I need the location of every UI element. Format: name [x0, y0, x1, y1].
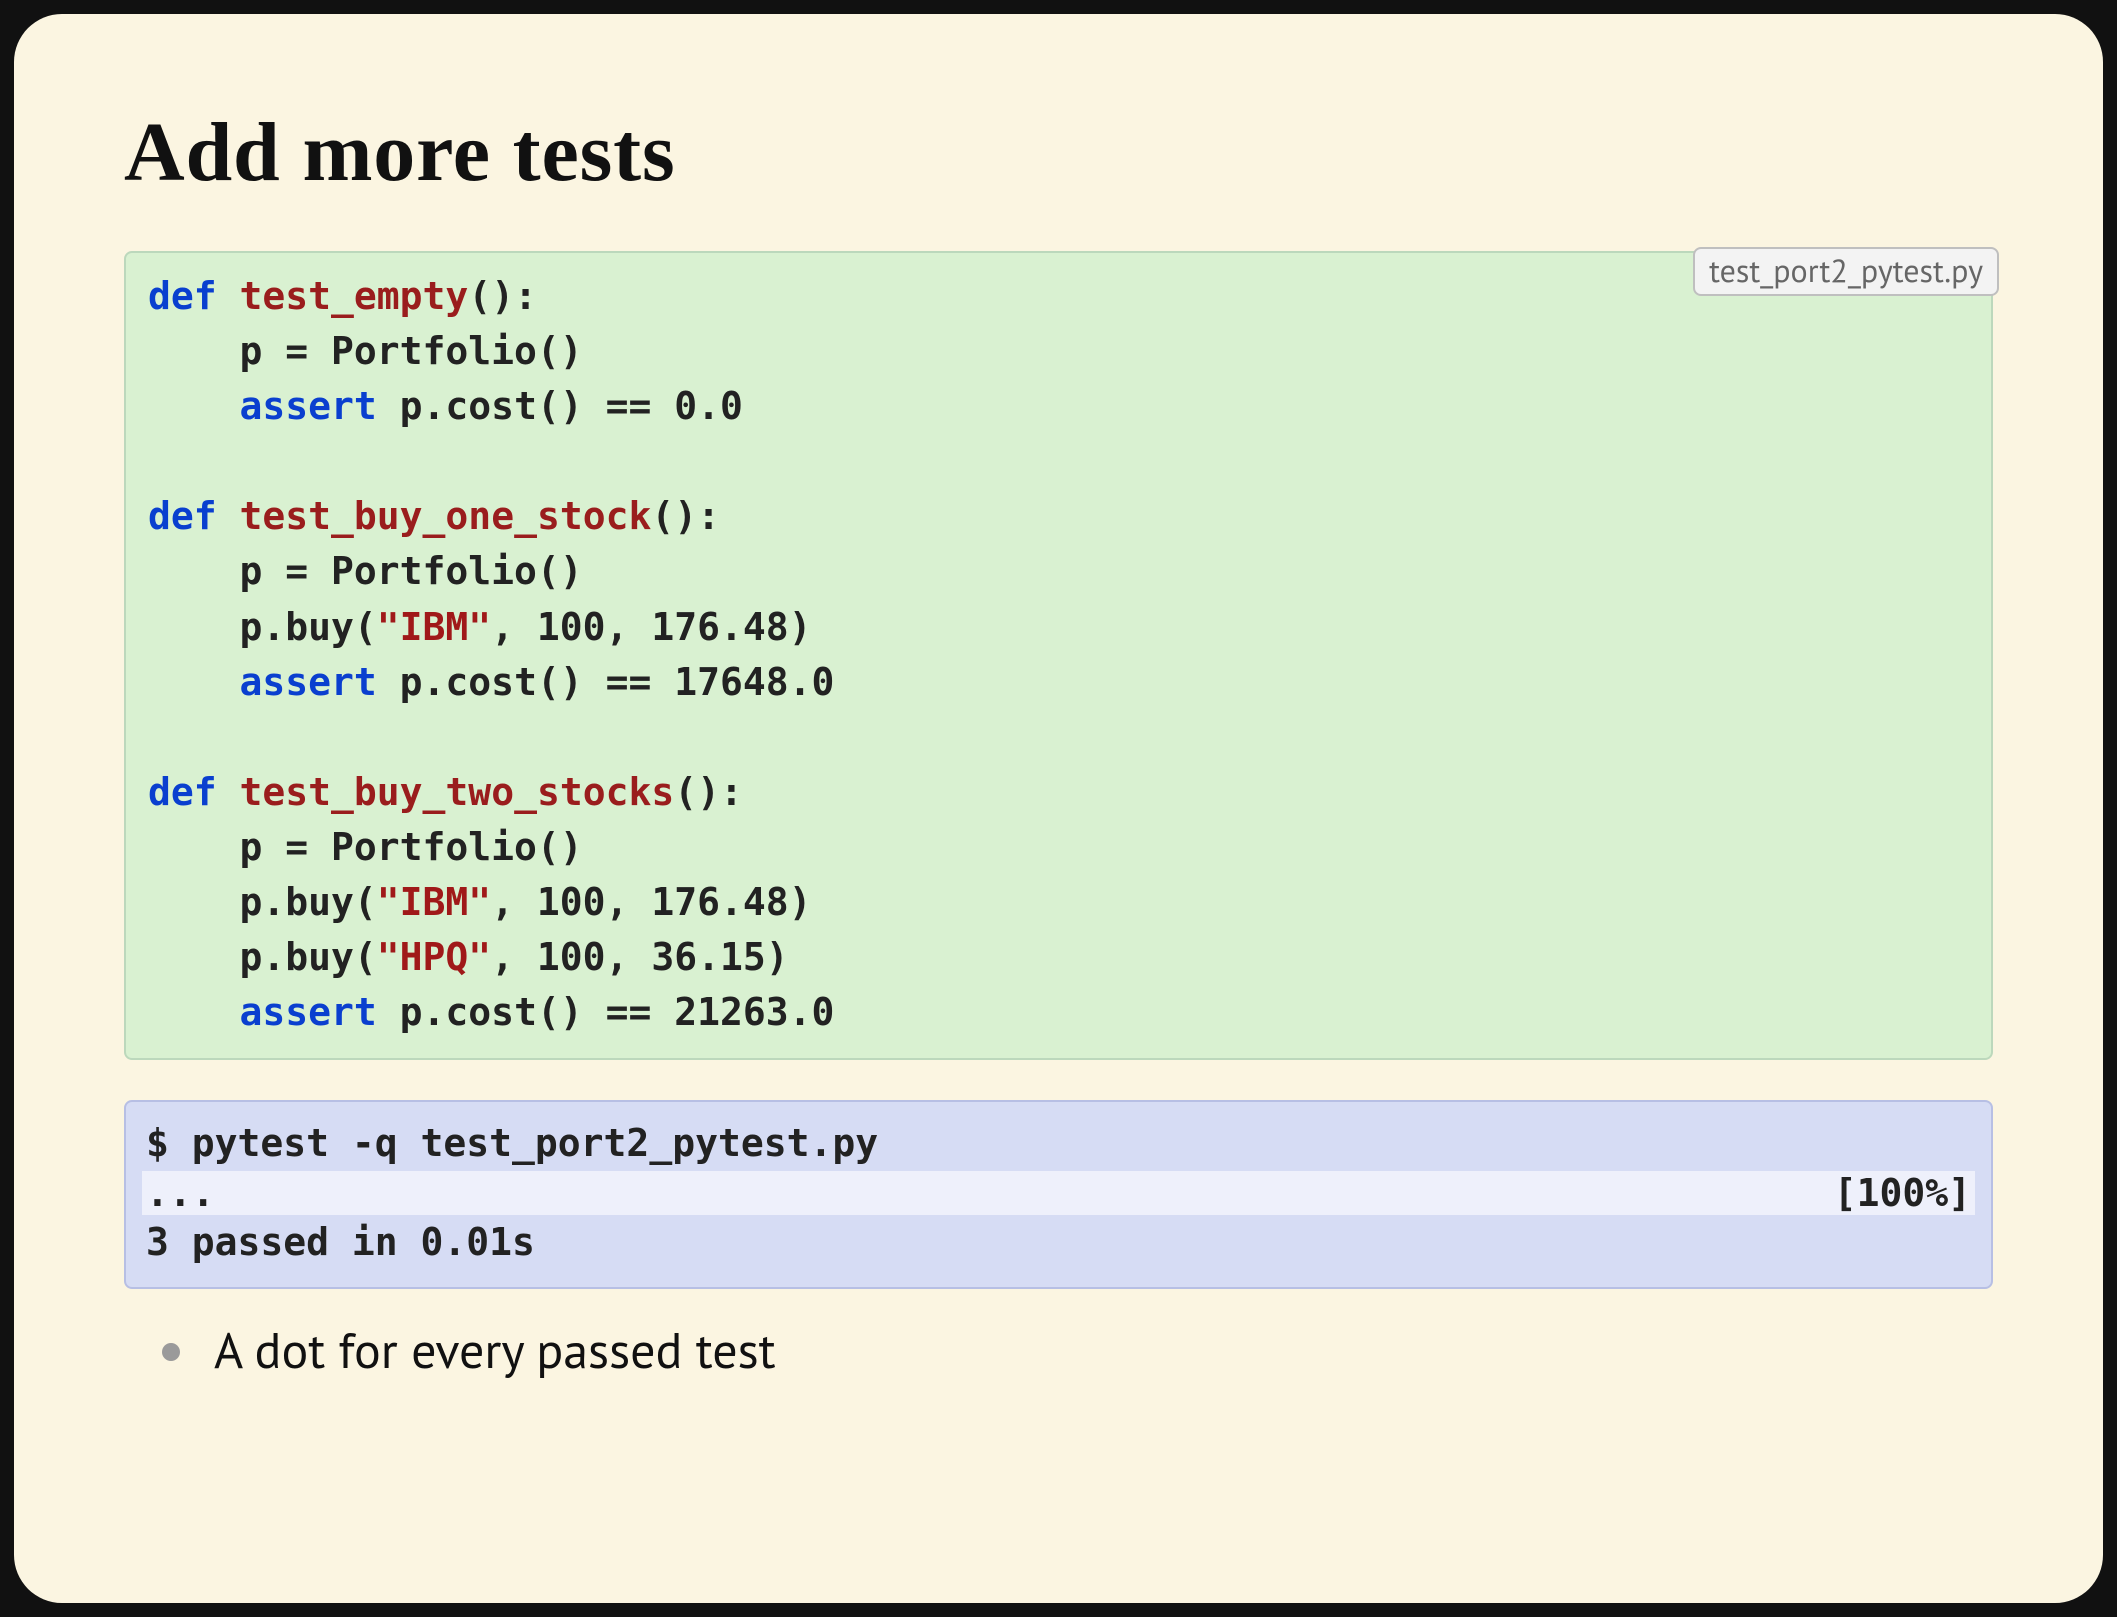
- slide-title: Add more tests: [124, 104, 1993, 201]
- slide: Add more tests test_port2_pytest.py def …: [14, 14, 2103, 1603]
- terminal-command: $ pytest -q test_port2_pytest.py: [146, 1116, 1971, 1171]
- code-content: def test_empty(): p = Portfolio() assert…: [148, 269, 1969, 1040]
- terminal-summary: 3 passed in 0.01s: [146, 1215, 1971, 1270]
- terminal-dots: ...: [146, 1171, 215, 1215]
- bullet-list: A dot for every passed test: [142, 1319, 1993, 1382]
- python-code-block: test_port2_pytest.py def test_empty(): p…: [124, 251, 1993, 1060]
- bullet-item: A dot for every passed test: [142, 1319, 1993, 1382]
- filename-label: test_port2_pytest.py: [1693, 247, 1999, 296]
- terminal-output-block: $ pytest -q test_port2_pytest.py ... [10…: [124, 1100, 1993, 1288]
- terminal-progress-row: ... [100%]: [142, 1171, 1975, 1215]
- terminal-percent: [100%]: [1834, 1171, 1971, 1215]
